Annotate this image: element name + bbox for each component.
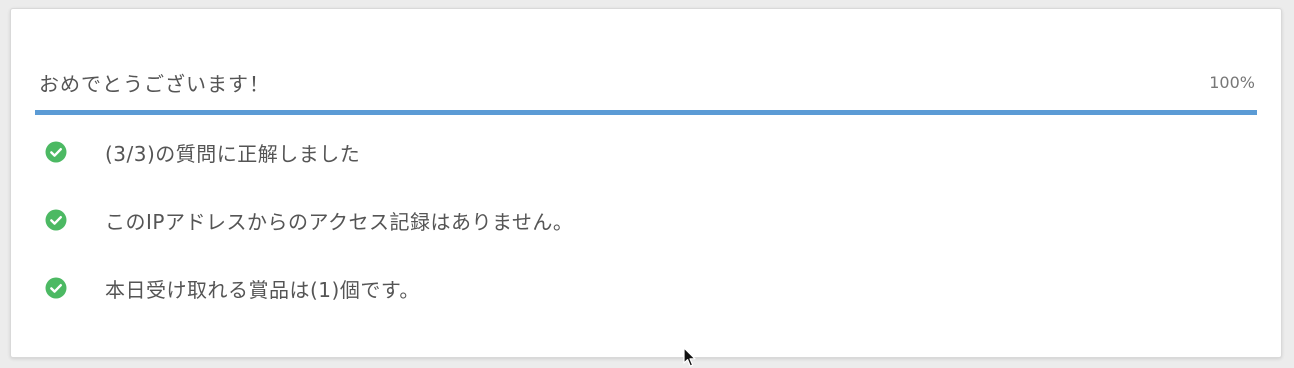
checklist-item-text: 本日受け取れる賞品は(1)個です。 <box>105 277 420 302</box>
progress-bar <box>35 110 1257 115</box>
checklist-item: 本日受け取れる賞品は(1)個です。 <box>45 273 1241 303</box>
checklist-item: (3/3)の質問に正解しました <box>45 137 1241 167</box>
checklist-item-text: (3/3)の質問に正解しました <box>105 141 361 166</box>
check-circle-icon <box>45 277 67 299</box>
result-title: おめでとうございます！ <box>39 71 270 96</box>
checklist-item-text: このIPアドレスからのアクセス記録はありません。 <box>105 209 574 234</box>
checklist-item: このIPアドレスからのアクセス記録はありません。 <box>45 205 1241 235</box>
checklist: (3/3)の質問に正解しました このIPアドレスからのアクセス記録はありません。… <box>45 137 1241 341</box>
progress-percent: 100% <box>1209 72 1255 92</box>
check-circle-icon <box>45 141 67 163</box>
result-card: おめでとうございます！ 100% (3/3)の質問に正解しました このIPアドレ… <box>10 8 1282 358</box>
mouse-pointer-icon <box>683 347 696 367</box>
result-header: おめでとうございます！ 100% <box>39 67 1255 97</box>
progress-bar-fill <box>35 110 1257 115</box>
check-circle-icon <box>45 209 67 231</box>
